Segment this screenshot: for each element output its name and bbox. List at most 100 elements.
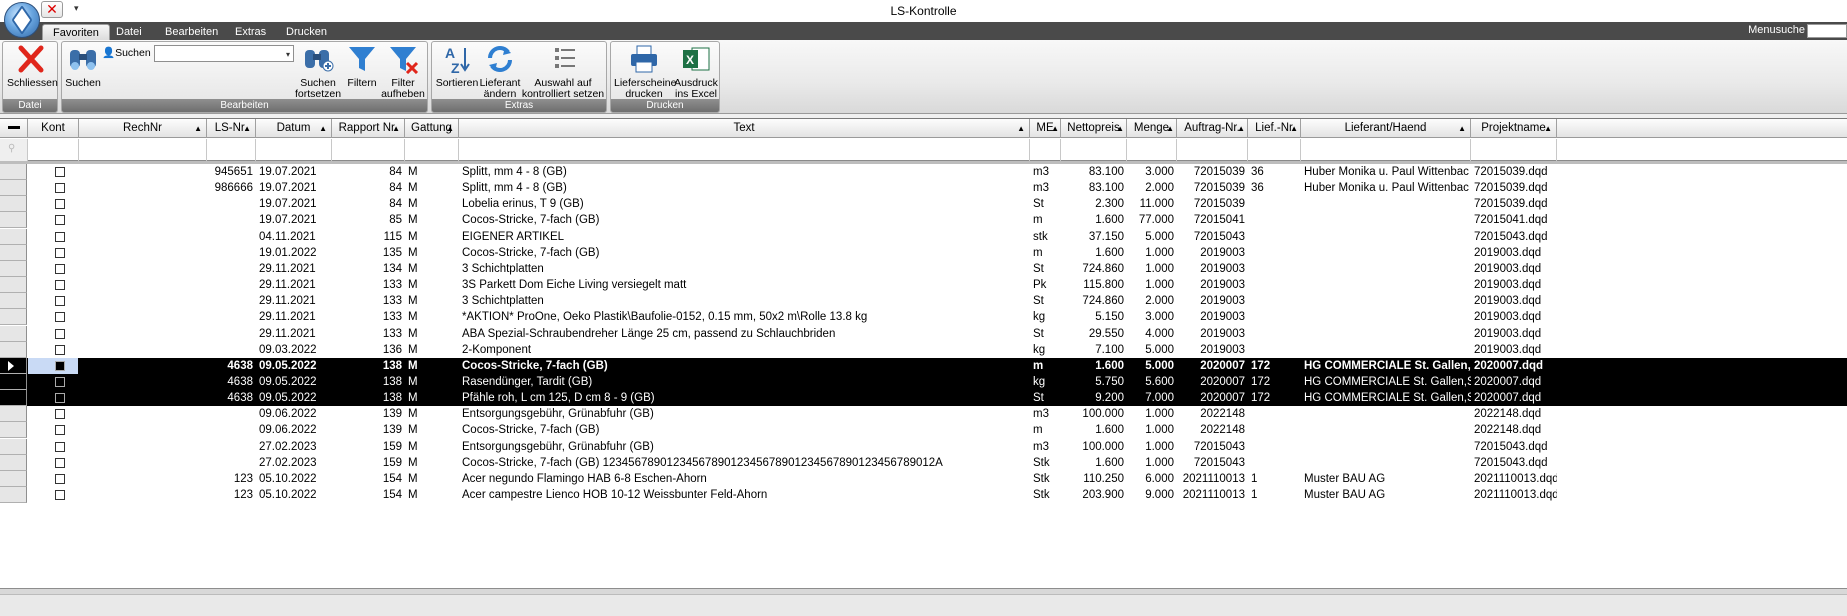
filter-kont[interactable] xyxy=(28,139,79,161)
cell-projekt[interactable]: 72015041.dqd xyxy=(1471,212,1557,228)
kont-checkbox[interactable] xyxy=(55,312,65,323)
tab-favoriten[interactable]: Favoriten xyxy=(42,24,110,40)
table-row[interactable]: 29.11.2021 133 M 3 Schichtplatten St 724.860 2… xyxy=(0,293,1847,310)
cell-preis[interactable]: 724.860 xyxy=(1061,293,1127,309)
cell-preis[interactable]: 1.600 xyxy=(1061,455,1127,471)
row-indicator[interactable] xyxy=(0,309,27,326)
cell-projekt[interactable]: 2021110013.dqd xyxy=(1471,471,1557,487)
filter-lsnr[interactable] xyxy=(207,139,256,161)
cell-menge[interactable]: 5.000 xyxy=(1127,342,1177,358)
cell-auftrag[interactable]: 2019003 xyxy=(1177,326,1248,342)
cell-ls[interactable]: 123 xyxy=(207,471,256,487)
table-row[interactable]: 4638 09.05.2022 138 M Rasendünger, Tardit (G… xyxy=(0,373,1847,390)
row-indicator[interactable] xyxy=(0,325,27,342)
cell-menge[interactable]: 11.000 xyxy=(1127,196,1177,212)
table-row[interactable]: 29.11.2021 133 M 3S Parkett Dom Eiche Livin… xyxy=(0,277,1847,294)
cell-text[interactable]: Pfähle roh, L cm 125, D cm 8 - 9 (GB) xyxy=(459,390,1030,406)
filter-me[interactable] xyxy=(1030,139,1061,161)
cell-text[interactable]: 3S Parkett Dom Eiche Living versiegelt m… xyxy=(459,277,1030,293)
row-indicator[interactable] xyxy=(0,341,27,358)
cell-datum[interactable]: 29.11.2021 xyxy=(256,261,332,277)
cell-rapport[interactable]: 154 xyxy=(332,471,405,487)
cell-lief[interactable]: 1 xyxy=(1248,487,1301,503)
cell-datum[interactable]: 19.01.2022 xyxy=(256,245,332,261)
cell-rapport[interactable]: 84 xyxy=(332,164,405,180)
cell-ls[interactable]: 945651 xyxy=(207,164,256,180)
filter-datum[interactable] xyxy=(256,139,332,161)
cell-rapport[interactable]: 138 xyxy=(332,390,405,406)
row-indicator[interactable] xyxy=(0,454,27,471)
cell-datum[interactable]: 27.02.2023 xyxy=(256,439,332,455)
cell-rapport[interactable]: 84 xyxy=(332,180,405,196)
table-row[interactable]: 4638 09.05.2022 138 M Cocos-Stricke, 7-fach … xyxy=(0,357,1847,374)
cell-ls[interactable] xyxy=(207,422,256,438)
row-indicator[interactable] xyxy=(0,406,27,423)
cell-menge[interactable]: 3.000 xyxy=(1127,164,1177,180)
row-indicator[interactable] xyxy=(0,438,27,455)
cell-preis[interactable]: 5.750 xyxy=(1061,374,1127,390)
cell-projekt[interactable]: 2019003.dqd xyxy=(1471,261,1557,277)
row-indicator[interactable] xyxy=(0,164,27,180)
cell-ls[interactable] xyxy=(207,277,256,293)
row-indicator[interactable] xyxy=(0,260,27,277)
cell-text[interactable]: Entsorgungsgebühr, Grünabfuhr (GB) xyxy=(459,439,1030,455)
cell-gattung[interactable]: M xyxy=(405,261,459,277)
cell-auftrag[interactable]: 2020007 xyxy=(1177,374,1248,390)
filter-rapport[interactable] xyxy=(332,139,405,161)
cell-lieferant[interactable]: HG COMMERCIALE St. Gallen,Scho xyxy=(1301,374,1471,390)
cell-auftrag[interactable]: 2020007 xyxy=(1177,390,1248,406)
cell-menge[interactable]: 1.000 xyxy=(1127,261,1177,277)
row-indicator[interactable] xyxy=(0,244,27,261)
cell-preis[interactable]: 100.000 xyxy=(1061,406,1127,422)
cell-text[interactable]: Cocos-Stricke, 7-fach (GB) 1234567890123… xyxy=(459,455,1030,471)
cell-rapport[interactable]: 154 xyxy=(332,487,405,503)
cell-datum[interactable]: 29.11.2021 xyxy=(256,277,332,293)
cell-auftrag[interactable]: 72015041 xyxy=(1177,212,1248,228)
cell-ls[interactable] xyxy=(207,245,256,261)
cell-me[interactable]: St xyxy=(1030,326,1061,342)
cell-menge[interactable]: 1.000 xyxy=(1127,422,1177,438)
row-indicator[interactable] xyxy=(0,212,27,229)
ausdruck-excel-button[interactable]: X Ausdruck ins Excel xyxy=(674,44,718,100)
kont-checkbox[interactable] xyxy=(55,328,65,339)
cell-me[interactable]: St xyxy=(1030,261,1061,277)
cell-gattung[interactable]: M xyxy=(405,245,459,261)
cell-lieferant[interactable] xyxy=(1301,326,1471,342)
cell-menge[interactable]: 1.000 xyxy=(1127,245,1177,261)
row-indicator[interactable] xyxy=(0,470,27,487)
col-liefnr[interactable]: Lief.-Nr ▲ xyxy=(1248,119,1301,138)
cell-lieferant[interactable] xyxy=(1301,309,1471,325)
cell-datum[interactable]: 05.10.2022 xyxy=(256,471,332,487)
row-indicator[interactable] xyxy=(0,487,27,503)
cell-preis[interactable]: 9.200 xyxy=(1061,390,1127,406)
tab-datei[interactable]: Datei xyxy=(106,24,152,40)
cell-gattung[interactable]: M xyxy=(405,196,459,212)
cell-lieferant[interactable]: Huber Monika u. Paul Wittenbac xyxy=(1301,164,1471,180)
cell-text[interactable]: 3 Schichtplatten xyxy=(459,261,1030,277)
cell-text[interactable]: Rasendünger, Tardit (GB) xyxy=(459,374,1030,390)
cell-menge[interactable]: 5.000 xyxy=(1127,358,1177,374)
cell-me[interactable]: Pk xyxy=(1030,277,1061,293)
cell-me[interactable]: St xyxy=(1030,390,1061,406)
cell-datum[interactable]: 04.11.2021 xyxy=(256,229,332,245)
cell-rapport[interactable]: 84 xyxy=(332,196,405,212)
filter-auftrag[interactable] xyxy=(1177,139,1248,161)
row-indicator[interactable] xyxy=(0,228,27,245)
cell-lieferant[interactable]: Muster BAU AG xyxy=(1301,471,1471,487)
cell-lief[interactable] xyxy=(1248,293,1301,309)
cell-ls[interactable] xyxy=(207,309,256,325)
cell-lief[interactable]: 36 xyxy=(1248,164,1301,180)
kont-checkbox[interactable] xyxy=(55,247,65,258)
cell-lieferant[interactable] xyxy=(1301,406,1471,422)
cell-me[interactable]: Stk xyxy=(1030,455,1061,471)
kont-checkbox[interactable] xyxy=(55,360,65,371)
cell-datum[interactable]: 27.02.2023 xyxy=(256,455,332,471)
cell-rapport[interactable]: 115 xyxy=(332,229,405,245)
suchen-button[interactable]: Suchen xyxy=(64,44,102,89)
row-indicator[interactable] xyxy=(0,293,27,310)
table-row[interactable]: 04.11.2021 115 M EIGENER ARTIKEL stk 37.150 5.… xyxy=(0,228,1847,245)
cell-text[interactable]: Splitt, mm 4 - 8 (GB) xyxy=(459,180,1030,196)
table-row[interactable]: 945651 19.07.2021 84 M Splitt, mm 4 - 8 (GB)… xyxy=(0,164,1847,180)
cell-lieferant[interactable] xyxy=(1301,196,1471,212)
cell-projekt[interactable]: 72015043.dqd xyxy=(1471,439,1557,455)
